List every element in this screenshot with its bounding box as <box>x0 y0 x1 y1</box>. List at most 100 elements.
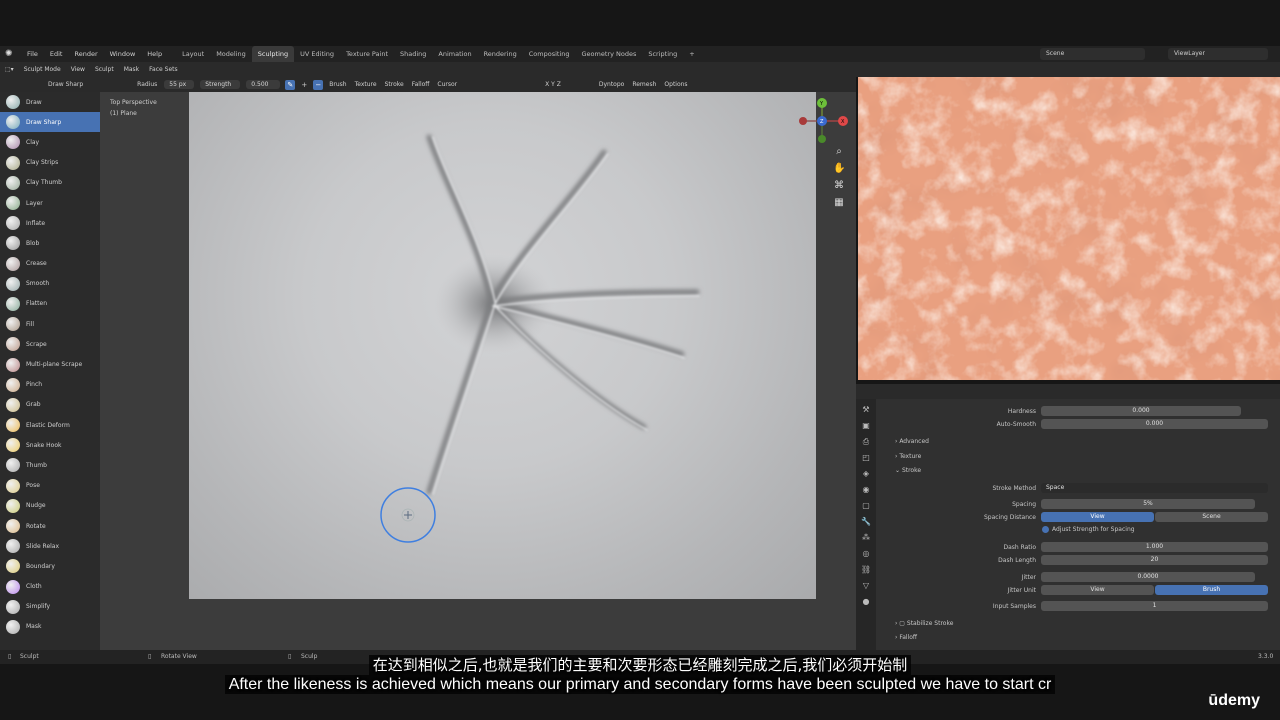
constraints-tab-icon[interactable]: ⛓ <box>860 565 872 575</box>
falloff-section[interactable]: › Falloff <box>895 634 917 641</box>
menu-window[interactable]: Window <box>104 46 142 62</box>
zoom-icon[interactable]: ⌕ <box>833 146 845 158</box>
texture-section[interactable]: › Texture <box>895 453 921 460</box>
tool-cloth[interactable]: Cloth <box>0 577 100 597</box>
tool-blob[interactable]: Blob <box>0 233 100 253</box>
tool-mask[interactable]: Mask <box>0 617 100 637</box>
tool-draw[interactable]: Draw <box>0 92 100 112</box>
tab-uv-editing[interactable]: UV Editing <box>294 46 340 62</box>
modifier-tab-icon[interactable]: 🔧 <box>860 517 872 527</box>
tab-animation[interactable]: Animation <box>432 46 477 62</box>
tab-texture-paint[interactable]: Texture Paint <box>340 46 394 62</box>
spacing-distance-view[interactable]: View <box>1041 512 1154 522</box>
tool-multi-plane-scrape[interactable]: Multi-plane Scrape <box>0 354 100 374</box>
tool-elastic-deform[interactable]: Elastic Deform <box>0 415 100 435</box>
skin-reference-image[interactable] <box>858 77 1280 380</box>
symmetry-axes[interactable]: X Y Z <box>541 81 565 88</box>
tool-crease[interactable]: Crease <box>0 254 100 274</box>
jitter-unit-brush[interactable]: Brush <box>1155 585 1268 595</box>
stabilize-stroke-section[interactable]: › ▢ Stabilize Stroke <box>895 620 953 627</box>
tab-compositing[interactable]: Compositing <box>523 46 576 62</box>
dyntopo-toggle[interactable]: Dyntopo <box>595 81 628 88</box>
tool-layer[interactable]: Layer <box>0 193 100 213</box>
output-tab-icon[interactable]: ⎙ <box>860 437 872 447</box>
add-workspace-icon[interactable]: + <box>683 46 700 62</box>
add-direction-icon[interactable]: + <box>299 80 309 90</box>
tool-rotate[interactable]: Rotate <box>0 516 100 536</box>
tool-inflate[interactable]: Inflate <box>0 213 100 233</box>
blender-logo-icon[interactable]: ✺ <box>5 49 17 59</box>
menu-mask[interactable]: Mask <box>119 66 144 73</box>
jitter-unit-view[interactable]: View <box>1041 585 1154 595</box>
menu-view[interactable]: View <box>66 66 90 73</box>
scene-selector[interactable]: Scene <box>1040 48 1145 60</box>
tool-nudge[interactable]: Nudge <box>0 496 100 516</box>
tab-scripting[interactable]: Scripting <box>642 46 683 62</box>
tool-smooth[interactable]: Smooth <box>0 274 100 294</box>
tab-sculpting[interactable]: Sculpting <box>251 46 295 62</box>
material-tab-icon[interactable]: ● <box>860 597 872 607</box>
tool-draw-sharp[interactable]: Draw Sharp <box>0 112 100 133</box>
dash-length-field[interactable]: 20 <box>1041 555 1268 565</box>
pressure-icon[interactable]: ✎ <box>285 79 296 90</box>
stroke-method-select[interactable]: Space <box>1041 483 1268 493</box>
tab-layout[interactable]: Layout <box>176 46 210 62</box>
menu-texture[interactable]: Texture <box>351 81 381 88</box>
menu-cursor[interactable]: Cursor <box>433 81 461 88</box>
editor-type-icon[interactable]: ⬚▾ <box>0 66 19 73</box>
tool-boundary[interactable]: Boundary <box>0 556 100 576</box>
stroke-section[interactable]: ⌄ Stroke <box>895 467 921 474</box>
world-tab-icon[interactable]: ◉ <box>860 485 872 495</box>
hardness-field[interactable]: 0.000 <box>1041 406 1241 416</box>
scene-tab-icon[interactable]: ◈ <box>860 469 872 479</box>
tool-thumb[interactable]: Thumb <box>0 455 100 475</box>
input-samples-field[interactable]: 1 <box>1041 601 1268 611</box>
tool-clay-thumb[interactable]: Clay Thumb <box>0 173 100 193</box>
subtract-direction-icon[interactable]: − <box>313 79 324 90</box>
view-layer-tab-icon[interactable]: ◰ <box>860 453 872 463</box>
menu-edit[interactable]: Edit <box>44 46 69 62</box>
tab-shading[interactable]: Shading <box>394 46 432 62</box>
navigation-gizmo[interactable]: Y X Z <box>798 96 848 146</box>
sculpt-plane[interactable] <box>189 92 816 599</box>
spacing-field[interactable]: 5% <box>1041 499 1255 509</box>
tool-slide-relax[interactable]: Slide Relax <box>0 536 100 556</box>
tool-simplify[interactable]: Simplify <box>0 597 100 617</box>
tool-pose[interactable]: Pose <box>0 476 100 496</box>
remesh-menu[interactable]: Remesh <box>628 81 660 88</box>
radius-field[interactable]: 55 px <box>164 80 195 89</box>
particles-tab-icon[interactable]: ⁂ <box>860 533 872 543</box>
tool-flatten[interactable]: Flatten <box>0 294 100 314</box>
brush-name[interactable]: Draw Sharp <box>44 81 87 88</box>
advanced-section[interactable]: › Advanced <box>895 438 929 445</box>
tool-fill[interactable]: Fill <box>0 314 100 334</box>
tab-geometry-nodes[interactable]: Geometry Nodes <box>576 46 643 62</box>
adjust-strength-checkbox[interactable]: Adjust Strength for Spacing <box>1042 526 1135 533</box>
menu-falloff[interactable]: Falloff <box>408 81 434 88</box>
menu-brush[interactable]: Brush <box>325 81 350 88</box>
tab-modeling[interactable]: Modeling <box>210 46 252 62</box>
menu-stroke[interactable]: Stroke <box>381 81 408 88</box>
menu-sculpt[interactable]: Sculpt <box>90 66 119 73</box>
tool-scrape[interactable]: Scrape <box>0 334 100 354</box>
tab-rendering[interactable]: Rendering <box>478 46 523 62</box>
mode-selector[interactable]: Sculpt Mode <box>19 66 66 73</box>
render-tab-icon[interactable]: ▣ <box>860 421 872 431</box>
tool-clay-strips[interactable]: Clay Strips <box>0 153 100 173</box>
tool-clay[interactable]: Clay <box>0 132 100 152</box>
autosmooth-field[interactable]: 0.000 <box>1041 419 1268 429</box>
options-menu[interactable]: Options <box>660 81 691 88</box>
view-layer-selector[interactable]: ViewLayer <box>1168 48 1268 60</box>
menu-face-sets[interactable]: Face Sets <box>144 66 182 73</box>
menu-file[interactable]: File <box>21 46 44 62</box>
camera-icon[interactable]: ⌘ <box>833 180 845 192</box>
object-tab-icon[interactable]: ▢ <box>860 501 872 511</box>
grid-icon[interactable]: ▦ <box>833 197 845 209</box>
physics-tab-icon[interactable]: ◎ <box>860 549 872 559</box>
tool-grab[interactable]: Grab <box>0 395 100 415</box>
tool-pinch[interactable]: Pinch <box>0 375 100 395</box>
data-tab-icon[interactable]: ▽ <box>860 581 872 591</box>
hand-pan-icon[interactable]: ✋ <box>833 163 845 175</box>
dash-ratio-field[interactable]: 1.000 <box>1041 542 1268 552</box>
menu-render[interactable]: Render <box>68 46 103 62</box>
